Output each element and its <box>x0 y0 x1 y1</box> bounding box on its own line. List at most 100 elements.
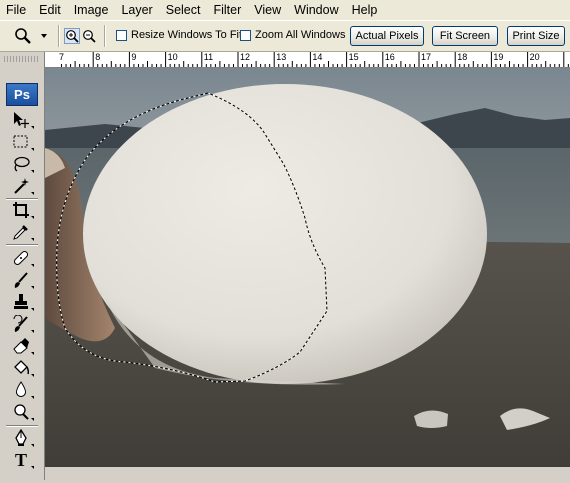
ruler-label: 16 <box>384 52 395 62</box>
canvas-image <box>45 68 570 480</box>
type-tool[interactable]: T <box>10 449 34 470</box>
healing-brush-icon <box>13 250 29 266</box>
history-brush-icon <box>13 315 28 332</box>
magic-wand-icon <box>14 178 29 194</box>
horizontal-scrollbar[interactable] <box>45 467 570 480</box>
pen-icon <box>15 429 27 446</box>
ruler-label: 7 <box>59 52 65 62</box>
ruler-label: 17 <box>421 52 432 62</box>
tool-flyout-arrow <box>31 444 34 447</box>
actual-pixels-button[interactable]: Actual Pixels <box>350 26 424 46</box>
zoom-out-button[interactable] <box>81 28 97 44</box>
eraser-icon <box>13 338 29 354</box>
tool-flyout-arrow <box>31 374 34 377</box>
type-icon: T <box>14 449 27 470</box>
blur-icon <box>16 381 26 397</box>
ruler-label: 11 <box>203 52 214 62</box>
eraser-tool[interactable] <box>10 336 34 356</box>
menu-select[interactable]: Select <box>160 0 208 20</box>
move-tool-icon <box>14 112 29 128</box>
tool-flyout-arrow <box>31 148 34 151</box>
paint-bucket-icon <box>14 360 30 375</box>
pen-tool[interactable] <box>10 428 34 448</box>
horizontal-ruler[interactable]: 7 8 9 10 11 12 13 14 15 16 17 18 19 20 <box>45 52 570 68</box>
tool-flyout-arrow <box>31 192 34 195</box>
dodge-tool[interactable] <box>10 402 34 422</box>
magnifier-icon <box>15 28 31 44</box>
zoom-in-icon <box>66 30 79 43</box>
ruler-ticks <box>61 52 569 67</box>
tools-panel: Ps T <box>0 52 45 480</box>
marquee-tool[interactable] <box>10 132 34 152</box>
menu-layer[interactable]: Layer <box>115 0 159 20</box>
clone-stamp-icon <box>14 294 28 309</box>
crop-tool[interactable] <box>10 200 34 220</box>
brush-tool[interactable] <box>10 270 34 290</box>
brush-icon <box>14 272 28 288</box>
healing-brush-tool[interactable] <box>10 248 34 268</box>
menu-filter[interactable]: Filter <box>207 0 248 20</box>
ruler-label: 14 <box>312 52 323 62</box>
separator <box>58 25 60 47</box>
ruler-label: 13 <box>276 52 287 62</box>
document-canvas[interactable] <box>45 68 570 480</box>
checkbox-box[interactable] <box>240 29 251 41</box>
resize-windows-to-fit-checkbox[interactable]: Resize Windows To Fit <box>116 29 242 41</box>
tool-flyout-arrow <box>31 466 34 469</box>
ruler-label: 8 <box>95 52 101 62</box>
ruler-label: 18 <box>457 52 468 62</box>
blur-tool[interactable] <box>10 380 34 400</box>
clone-stamp-tool[interactable] <box>10 292 34 312</box>
egg <box>83 84 487 384</box>
menu-view[interactable]: View <box>248 0 288 20</box>
menu-edit[interactable]: Edit <box>33 0 68 20</box>
ruler-label: 9 <box>131 52 137 62</box>
menu-bar: File Edit Image Layer Select Filter View Window… <box>0 0 570 20</box>
tool-flyout-arrow <box>31 216 34 219</box>
checkbox-box[interactable] <box>116 29 127 41</box>
panel-grip[interactable] <box>4 56 40 62</box>
tool-flyout-arrow <box>31 286 34 289</box>
move-tool[interactable] <box>10 110 34 130</box>
menu-file[interactable]: File <box>0 0 33 20</box>
lasso-tool[interactable] <box>10 154 34 174</box>
options-bar: Resize Windows To Fit Zoom All Windows A… <box>0 20 570 52</box>
magic-wand-tool[interactable] <box>10 176 34 196</box>
zoom-out-icon <box>83 30 96 43</box>
photoshop-logo[interactable]: Ps <box>6 83 38 106</box>
fit-screen-button[interactable]: Fit Screen <box>432 26 498 46</box>
ruler-label: 15 <box>348 52 359 62</box>
tool-flyout-arrow <box>31 330 34 333</box>
menu-help[interactable]: Help <box>346 0 385 20</box>
separator <box>104 25 106 47</box>
rectangular-marquee-icon <box>13 135 28 148</box>
tool-flyout-arrow <box>31 126 34 129</box>
tool-flyout-arrow <box>31 352 34 355</box>
separator <box>6 425 38 427</box>
tool-flyout-arrow <box>31 396 34 399</box>
dodge-icon <box>14 404 29 420</box>
eyedropper-icon <box>13 225 28 240</box>
zoom-in-button[interactable] <box>64 28 80 44</box>
menu-image[interactable]: Image <box>68 0 116 20</box>
chevron-down-icon <box>41 34 47 38</box>
menu-window[interactable]: Window <box>288 0 345 20</box>
checkbox-label: Resize Windows To Fit <box>131 29 243 41</box>
paint-bucket-tool[interactable] <box>10 358 34 378</box>
history-brush-tool[interactable] <box>10 314 34 334</box>
eyedropper-tool[interactable] <box>10 222 34 242</box>
ruler-label: 19 <box>493 52 504 62</box>
tool-flyout-arrow <box>31 418 34 421</box>
ruler-label: 20 <box>529 52 540 62</box>
tool-flyout-arrow <box>31 238 34 241</box>
zoom-all-windows-checkbox[interactable]: Zoom All Windows <box>240 29 345 41</box>
lasso-icon <box>14 156 30 172</box>
tool-flyout-arrow <box>31 170 34 173</box>
zoom-tool-preset[interactable] <box>14 26 48 46</box>
separator <box>6 244 38 246</box>
print-size-button[interactable]: Print Size <box>507 26 565 46</box>
tool-flyout-arrow <box>31 308 34 311</box>
checkbox-label: Zoom All Windows <box>255 29 346 41</box>
ruler-label: 12 <box>240 52 251 62</box>
tool-flyout-arrow <box>31 264 34 267</box>
